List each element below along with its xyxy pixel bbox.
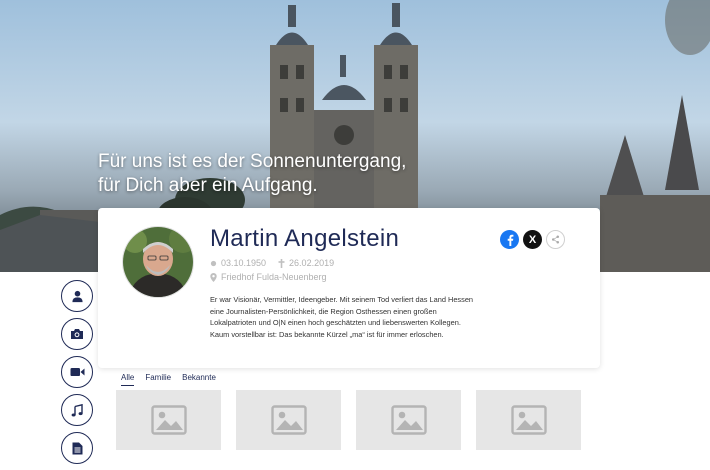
- camera-icon: [71, 329, 83, 339]
- share-button[interactable]: [546, 230, 565, 249]
- gallery-item[interactable]: [476, 390, 581, 450]
- document-icon: [72, 442, 82, 454]
- music-nav-button[interactable]: [61, 394, 93, 426]
- documents-nav-button[interactable]: [61, 432, 93, 464]
- image-placeholder-icon: [390, 405, 427, 435]
- location-pin-icon: [210, 272, 217, 282]
- facebook-share-button[interactable]: [500, 230, 519, 249]
- avatar[interactable]: [122, 226, 194, 298]
- user-icon: [71, 290, 83, 302]
- video-icon: [70, 368, 84, 376]
- image-placeholder-icon: [510, 405, 547, 435]
- image-placeholder-icon: [150, 405, 187, 435]
- gallery-item[interactable]: [356, 390, 461, 450]
- photos-nav-button[interactable]: [61, 318, 93, 350]
- tab-familie[interactable]: Familie: [145, 373, 171, 386]
- videos-nav-button[interactable]: [61, 356, 93, 388]
- share-buttons: X: [500, 230, 565, 249]
- photo-gallery: [116, 390, 581, 450]
- tab-bekannte[interactable]: Bekannte: [182, 373, 216, 386]
- cross-icon: [278, 258, 285, 268]
- profile-nav-button[interactable]: [61, 280, 93, 312]
- memorial-quote: Für uns ist es der Sonnenuntergang, für …: [98, 150, 406, 198]
- profile-card: Martin Angelstein 03.10.1950 26.02.2019 …: [98, 208, 600, 368]
- biography-text: Er war Visionär, Vermittler, Ideengeber.…: [210, 295, 474, 339]
- cemetery-name: Friedhof Fulda-Neuenberg: [221, 272, 327, 282]
- star-icon: [210, 260, 217, 266]
- deceased-name: Martin Angelstein: [210, 225, 400, 252]
- life-dates: 03.10.1950 26.02.2019 Friedhof Fulda-Neu…: [210, 256, 346, 284]
- media-sidebar: [61, 280, 93, 470]
- quote-line-1: Für uns ist es der Sonnenuntergang,: [98, 151, 407, 172]
- music-icon: [71, 403, 83, 416]
- gallery-tabs: Alle Familie Bekannte: [121, 373, 216, 386]
- birth-date-text: 03.10.1950: [221, 258, 267, 268]
- share-icon: [551, 235, 560, 244]
- gallery-item[interactable]: [116, 390, 221, 450]
- x-icon: X: [528, 233, 537, 246]
- cemetery-location[interactable]: Friedhof Fulda-Neuenberg: [210, 272, 327, 282]
- quote-line-2: für Dich aber ein Aufgang.: [98, 175, 318, 196]
- tab-alle[interactable]: Alle: [121, 373, 135, 386]
- death-date: 26.02.2019: [278, 258, 334, 268]
- gallery-item[interactable]: [236, 390, 341, 450]
- facebook-icon: [507, 234, 513, 246]
- birth-date: 03.10.1950: [210, 258, 266, 268]
- x-share-button[interactable]: X: [523, 230, 542, 249]
- death-date-text: 26.02.2019: [289, 258, 335, 268]
- image-placeholder-icon: [270, 405, 307, 435]
